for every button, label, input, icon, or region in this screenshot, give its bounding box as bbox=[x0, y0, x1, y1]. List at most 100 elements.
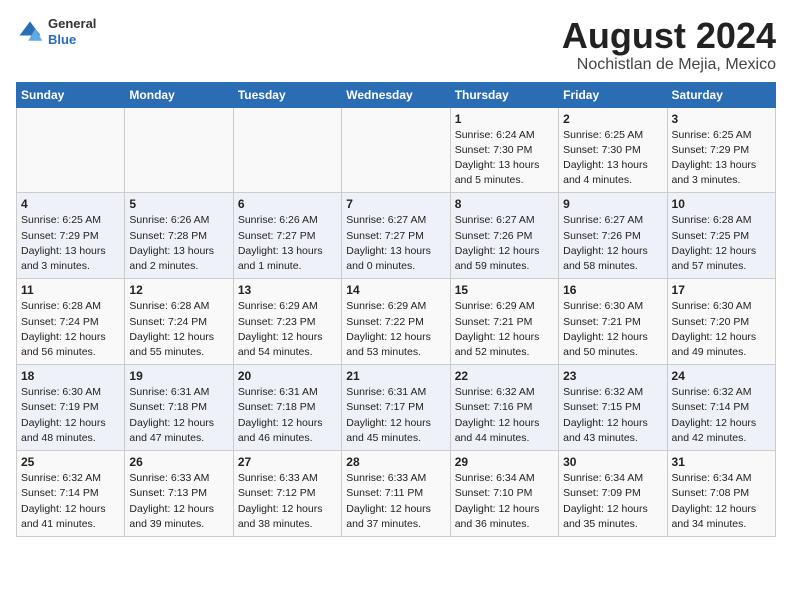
day-number: 30 bbox=[563, 455, 662, 469]
day-number: 3 bbox=[672, 112, 771, 126]
header-day-thursday: Thursday bbox=[450, 82, 558, 107]
header-day-wednesday: Wednesday bbox=[342, 82, 450, 107]
day-info: Sunrise: 6:33 AM Sunset: 7:13 PM Dayligh… bbox=[129, 471, 228, 532]
calendar-cell: 31 Sunrise: 6:34 AM Sunset: 7:08 PM Dayli… bbox=[667, 451, 775, 537]
calendar-cell: 18Sunrise: 6:30 AM Sunset: 7:19 PM Dayli… bbox=[17, 365, 125, 451]
calendar-cell: 28 Sunrise: 6:33 AM Sunset: 7:11 PM Dayli… bbox=[342, 451, 450, 537]
day-number: 29 bbox=[455, 455, 554, 469]
day-number: 26 bbox=[129, 455, 228, 469]
day-info: Sunrise: 6:27 AM Sunset: 7:26 PM Dayligh… bbox=[455, 213, 554, 274]
day-number: 11 bbox=[21, 283, 120, 297]
day-number: 18 bbox=[21, 369, 120, 383]
day-info: Sunrise: 6:32 AM Sunset: 7:16 PM Dayligh… bbox=[455, 385, 554, 446]
day-info: Sunrise: 6:30 AM Sunset: 7:20 PM Dayligh… bbox=[672, 299, 771, 360]
day-number: 16 bbox=[563, 283, 662, 297]
day-info: Sunrise: 6:34 AM Sunset: 7:10 PM Dayligh… bbox=[455, 471, 554, 532]
calendar-location: Nochistlan de Mejia, Mexico bbox=[562, 56, 776, 74]
calendar-header-row: SundayMondayTuesdayWednesdayThursdayFrid… bbox=[17, 82, 776, 107]
day-info: Sunrise: 6:26 AM Sunset: 7:27 PM Dayligh… bbox=[238, 213, 337, 274]
calendar-cell: 10 Sunrise: 6:28 AM Sunset: 7:25 PM Dayli… bbox=[667, 193, 775, 279]
header-day-friday: Friday bbox=[559, 82, 667, 107]
calendar-week-row: 4 Sunrise: 6:25 AM Sunset: 7:29 PM Daylig… bbox=[17, 193, 776, 279]
day-number: 13 bbox=[238, 283, 337, 297]
day-number: 23 bbox=[563, 369, 662, 383]
calendar-cell: 26 Sunrise: 6:33 AM Sunset: 7:13 PM Dayli… bbox=[125, 451, 233, 537]
calendar-cell: 24Sunrise: 6:32 AM Sunset: 7:14 PM Dayli… bbox=[667, 365, 775, 451]
page-header: General Blue August 2024 Nochistlan de M… bbox=[16, 16, 776, 74]
day-number: 31 bbox=[672, 455, 771, 469]
calendar-cell: 5 Sunrise: 6:26 AM Sunset: 7:28 PM Daylig… bbox=[125, 193, 233, 279]
day-info: Sunrise: 6:25 AM Sunset: 7:29 PM Dayligh… bbox=[672, 128, 771, 189]
day-info: Sunrise: 6:26 AM Sunset: 7:28 PM Dayligh… bbox=[129, 213, 228, 274]
logo-general-text: General bbox=[48, 16, 96, 32]
calendar-cell: 1Sunrise: 6:24 AM Sunset: 7:30 PM Daylig… bbox=[450, 107, 558, 193]
title-block: August 2024 Nochistlan de Mejia, Mexico bbox=[562, 16, 776, 74]
day-info: Sunrise: 6:31 AM Sunset: 7:18 PM Dayligh… bbox=[238, 385, 337, 446]
calendar-cell: 23 Sunrise: 6:32 AM Sunset: 7:15 PM Dayli… bbox=[559, 365, 667, 451]
day-info: Sunrise: 6:28 AM Sunset: 7:25 PM Dayligh… bbox=[672, 213, 771, 274]
day-number: 8 bbox=[455, 197, 554, 211]
calendar-cell: 6 Sunrise: 6:26 AM Sunset: 7:27 PM Daylig… bbox=[233, 193, 341, 279]
day-info: Sunrise: 6:33 AM Sunset: 7:12 PM Dayligh… bbox=[238, 471, 337, 532]
day-info: Sunrise: 6:27 AM Sunset: 7:27 PM Dayligh… bbox=[346, 213, 445, 274]
day-number: 9 bbox=[563, 197, 662, 211]
day-number: 5 bbox=[129, 197, 228, 211]
day-info: Sunrise: 6:24 AM Sunset: 7:30 PM Dayligh… bbox=[455, 128, 554, 189]
logo-icon bbox=[16, 18, 44, 46]
day-number: 6 bbox=[238, 197, 337, 211]
day-info: Sunrise: 6:31 AM Sunset: 7:17 PM Dayligh… bbox=[346, 385, 445, 446]
calendar-cell: 27 Sunrise: 6:33 AM Sunset: 7:12 PM Dayli… bbox=[233, 451, 341, 537]
day-number: 27 bbox=[238, 455, 337, 469]
calendar-week-row: 11 Sunrise: 6:28 AM Sunset: 7:24 PM Dayli… bbox=[17, 279, 776, 365]
day-info: Sunrise: 6:32 AM Sunset: 7:14 PM Dayligh… bbox=[21, 471, 120, 532]
day-info: Sunrise: 6:25 AM Sunset: 7:29 PM Dayligh… bbox=[21, 213, 120, 274]
calendar-cell: 19Sunrise: 6:31 AM Sunset: 7:18 PM Dayli… bbox=[125, 365, 233, 451]
calendar-cell: 16 Sunrise: 6:30 AM Sunset: 7:21 PM Dayli… bbox=[559, 279, 667, 365]
day-number: 21 bbox=[346, 369, 445, 383]
calendar-cell: 9 Sunrise: 6:27 AM Sunset: 7:26 PM Daylig… bbox=[559, 193, 667, 279]
calendar-cell: 25 Sunrise: 6:32 AM Sunset: 7:14 PM Dayli… bbox=[17, 451, 125, 537]
day-number: 10 bbox=[672, 197, 771, 211]
day-number: 7 bbox=[346, 197, 445, 211]
calendar-cell: 12Sunrise: 6:28 AM Sunset: 7:24 PM Dayli… bbox=[125, 279, 233, 365]
calendar-title: August 2024 bbox=[562, 16, 776, 56]
day-number: 20 bbox=[238, 369, 337, 383]
day-number: 22 bbox=[455, 369, 554, 383]
calendar-cell bbox=[17, 107, 125, 193]
calendar-cell bbox=[125, 107, 233, 193]
calendar-cell bbox=[342, 107, 450, 193]
day-info: Sunrise: 6:28 AM Sunset: 7:24 PM Dayligh… bbox=[21, 299, 120, 360]
header-day-saturday: Saturday bbox=[667, 82, 775, 107]
day-number: 19 bbox=[129, 369, 228, 383]
calendar-cell: 20 Sunrise: 6:31 AM Sunset: 7:18 PM Dayli… bbox=[233, 365, 341, 451]
calendar-cell: 8 Sunrise: 6:27 AM Sunset: 7:26 PM Daylig… bbox=[450, 193, 558, 279]
day-info: Sunrise: 6:29 AM Sunset: 7:21 PM Dayligh… bbox=[455, 299, 554, 360]
calendar-cell: 13 Sunrise: 6:29 AM Sunset: 7:23 PM Dayli… bbox=[233, 279, 341, 365]
day-info: Sunrise: 6:27 AM Sunset: 7:26 PM Dayligh… bbox=[563, 213, 662, 274]
logo-blue-text: Blue bbox=[48, 32, 96, 48]
day-number: 25 bbox=[21, 455, 120, 469]
calendar-cell: 2Sunrise: 6:25 AM Sunset: 7:30 PM Daylig… bbox=[559, 107, 667, 193]
calendar-cell: 11 Sunrise: 6:28 AM Sunset: 7:24 PM Dayli… bbox=[17, 279, 125, 365]
day-number: 4 bbox=[21, 197, 120, 211]
day-info: Sunrise: 6:33 AM Sunset: 7:11 PM Dayligh… bbox=[346, 471, 445, 532]
calendar-cell: 15 Sunrise: 6:29 AM Sunset: 7:21 PM Dayli… bbox=[450, 279, 558, 365]
day-info: Sunrise: 6:29 AM Sunset: 7:23 PM Dayligh… bbox=[238, 299, 337, 360]
day-number: 14 bbox=[346, 283, 445, 297]
calendar-cell: 30Sunrise: 6:34 AM Sunset: 7:09 PM Dayli… bbox=[559, 451, 667, 537]
logo: General Blue bbox=[16, 16, 96, 47]
day-number: 15 bbox=[455, 283, 554, 297]
day-number: 28 bbox=[346, 455, 445, 469]
day-number: 24 bbox=[672, 369, 771, 383]
calendar-cell: 21 Sunrise: 6:31 AM Sunset: 7:17 PM Dayli… bbox=[342, 365, 450, 451]
header-day-sunday: Sunday bbox=[17, 82, 125, 107]
day-info: Sunrise: 6:34 AM Sunset: 7:08 PM Dayligh… bbox=[672, 471, 771, 532]
day-number: 12 bbox=[129, 283, 228, 297]
calendar-cell: 7 Sunrise: 6:27 AM Sunset: 7:27 PM Daylig… bbox=[342, 193, 450, 279]
day-info: Sunrise: 6:29 AM Sunset: 7:22 PM Dayligh… bbox=[346, 299, 445, 360]
header-day-monday: Monday bbox=[125, 82, 233, 107]
day-info: Sunrise: 6:30 AM Sunset: 7:21 PM Dayligh… bbox=[563, 299, 662, 360]
day-info: Sunrise: 6:32 AM Sunset: 7:15 PM Dayligh… bbox=[563, 385, 662, 446]
calendar-week-row: 25 Sunrise: 6:32 AM Sunset: 7:14 PM Dayli… bbox=[17, 451, 776, 537]
day-number: 2 bbox=[563, 112, 662, 126]
